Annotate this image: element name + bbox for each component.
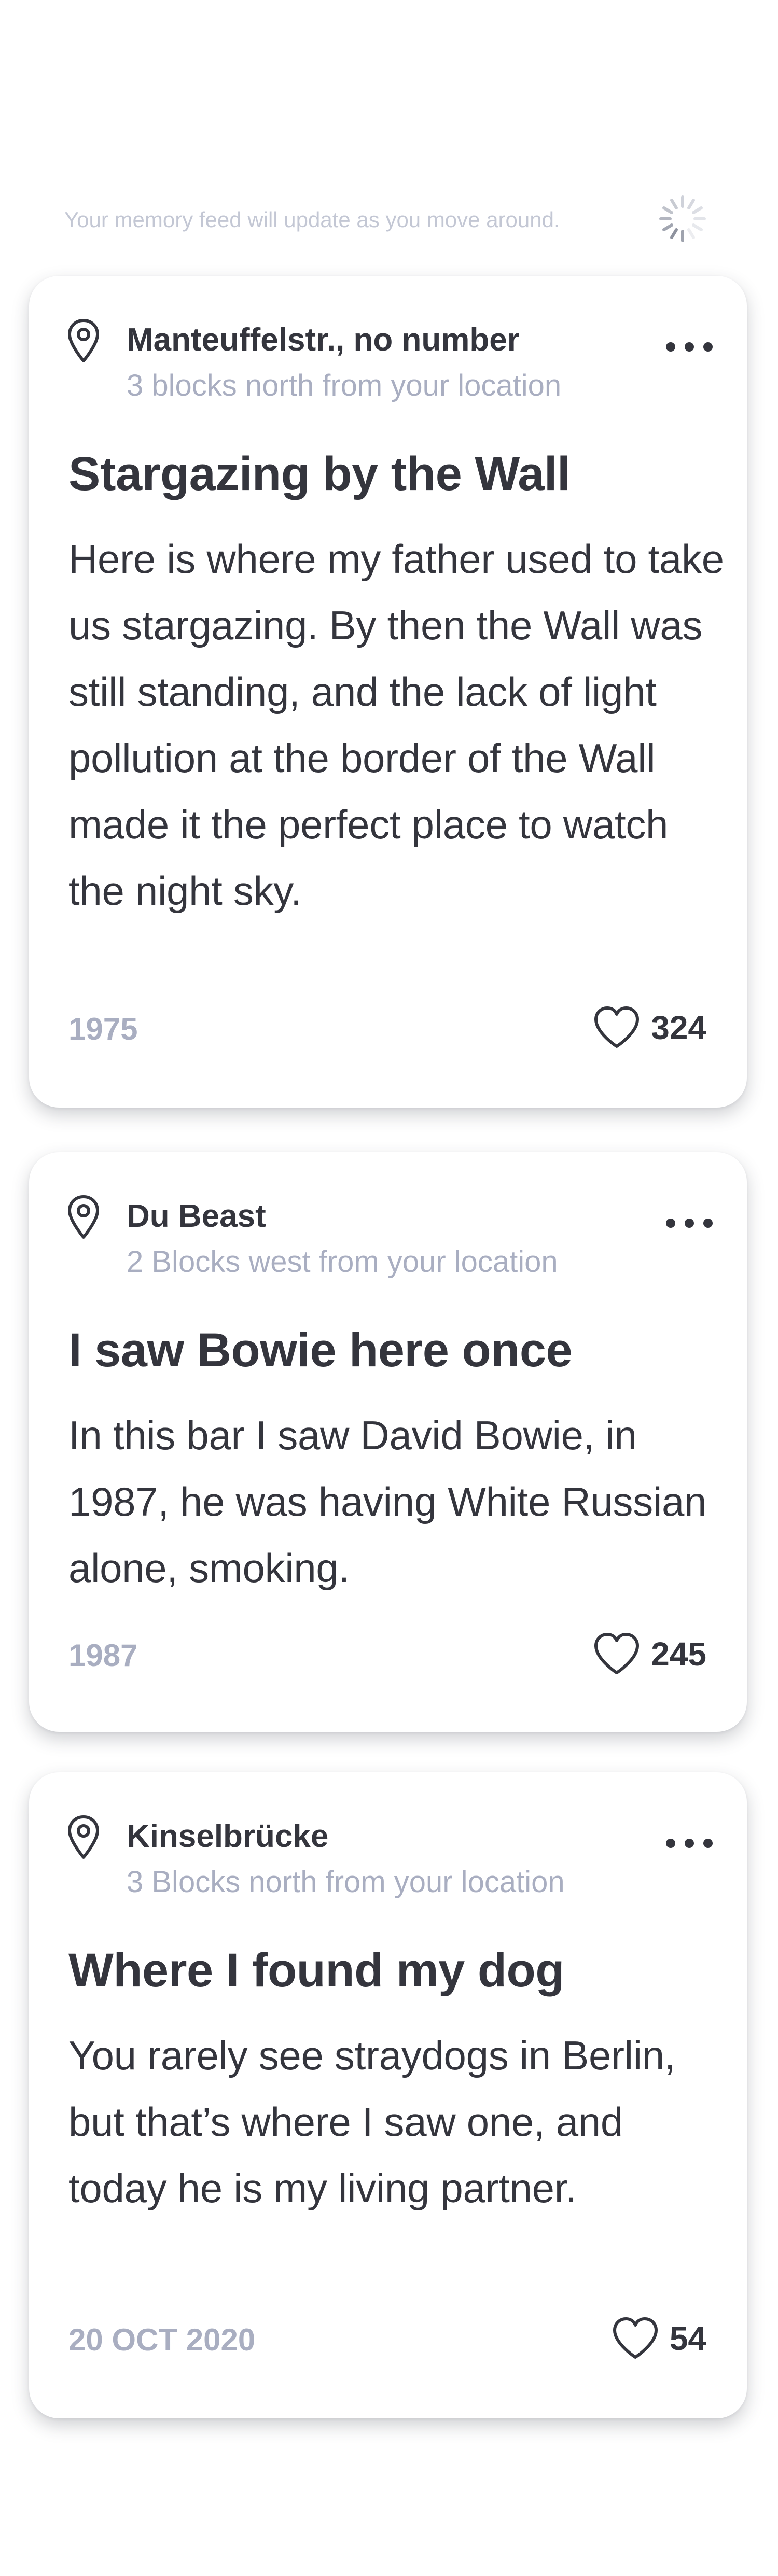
feed-status-bar: Your memory feed will update as you move… (0, 187, 778, 249)
more-options-button[interactable] (666, 1210, 713, 1236)
memory-body: In this bar I saw David Bowie, in 1987, … (68, 1412, 707, 1591)
like-count: 324 (651, 1009, 706, 1046)
more-dot (703, 1839, 713, 1848)
memory-body: You rarely see straydogs in Berlin, but … (68, 2033, 676, 2211)
more-dot (703, 1219, 713, 1228)
more-dot (685, 1219, 694, 1228)
memory-date: 20 OCT 2020 (68, 2322, 256, 2357)
memory-card[interactable]: Manteuffelstr., no number 3 blocks north… (29, 276, 747, 1108)
memory-title: I saw Bowie here once (68, 1324, 573, 1377)
distance-text: 2 Blocks west from your location (127, 1245, 558, 1279)
memory-date: 1987 (68, 1638, 138, 1673)
heart-icon[interactable] (610, 2316, 660, 2361)
place-name[interactable]: Manteuffelstr., no number (127, 321, 520, 358)
more-dots-icon (666, 1219, 675, 1228)
distance-text: 3 Blocks north from your location (127, 1865, 565, 1899)
location-pin-icon (68, 319, 99, 362)
more-dots-icon (666, 1839, 675, 1848)
memory-date: 1975 (68, 1012, 138, 1046)
like-group: 54 (610, 2313, 706, 2364)
loading-spinner-icon (659, 195, 706, 242)
more-options-button[interactable] (666, 1830, 713, 1856)
more-dot (685, 342, 694, 352)
place-name[interactable]: Kinselbrücke (127, 1818, 328, 1855)
heart-icon[interactable] (592, 1005, 642, 1051)
like-count: 245 (651, 1635, 706, 1673)
location-pin-icon (68, 1195, 99, 1239)
memory-title: Stargazing by the Wall (68, 447, 571, 500)
heart-icon[interactable] (592, 1631, 642, 1677)
place-name[interactable]: Du Beast (127, 1198, 266, 1235)
more-dot (685, 1839, 694, 1848)
location-pin-icon (68, 1815, 99, 1859)
like-group: 324 (592, 1002, 706, 1054)
feed-status-text: Your memory feed will update as you move… (64, 207, 560, 232)
memory-card[interactable]: Kinselbrücke 3 Blocks north from your lo… (29, 1772, 747, 2418)
like-group: 245 (592, 1628, 706, 1680)
memory-body: Here is where my father used to take us … (68, 536, 724, 914)
more-options-button[interactable] (666, 334, 713, 360)
distance-text: 3 blocks north from your location (127, 369, 562, 402)
memory-title: Where I found my dog (68, 1944, 564, 1997)
more-dots-icon (666, 342, 675, 352)
more-dot (703, 342, 713, 352)
memory-card[interactable]: Du Beast 2 Blocks west from your locatio… (29, 1152, 747, 1732)
like-count: 54 (669, 2320, 706, 2357)
